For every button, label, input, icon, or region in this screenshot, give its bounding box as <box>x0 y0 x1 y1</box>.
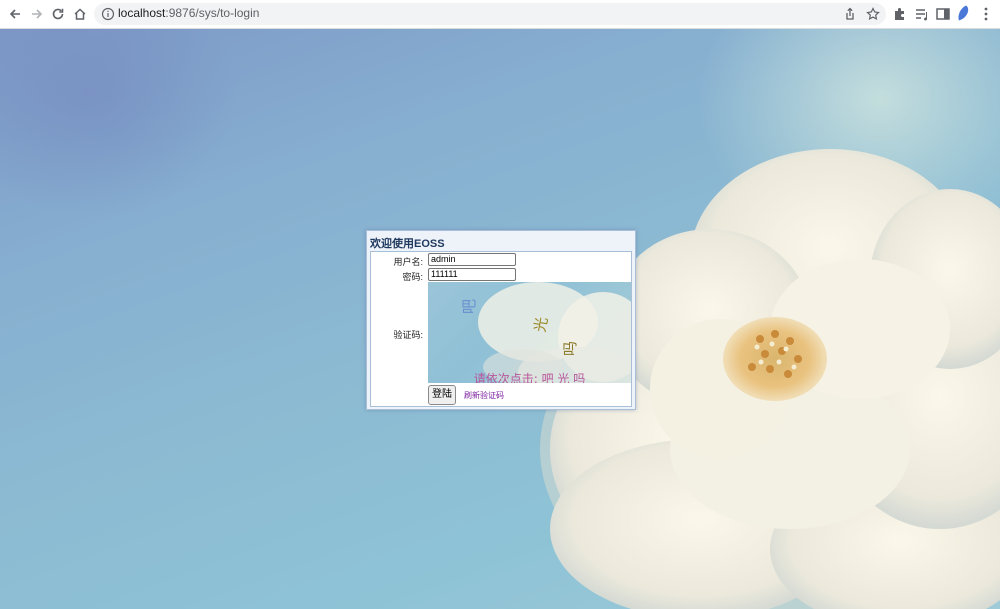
captcha-prompt: 请依次点击: 吧 光 吗 <box>473 372 586 383</box>
refresh-captcha-link[interactable]: 刷新验证码 <box>464 390 504 401</box>
browser-toolbar: localhost:9876/sys/to-login <box>0 0 1000 29</box>
login-panel: 欢迎使用EOSS 用户名: admin 密码: 111111 验证码: 吧 光 … <box>366 230 636 410</box>
login-title: 欢迎使用EOSS <box>370 238 445 250</box>
login-form: 用户名: admin 密码: 111111 验证码: 吧 光 吗 请依次点击: … <box>370 251 632 407</box>
password-input[interactable]: 111111 <box>428 268 516 281</box>
username-label: 用户名: <box>393 257 423 267</box>
extensions-icon[interactable] <box>892 6 908 22</box>
address-bar[interactable]: localhost:9876/sys/to-login <box>94 3 886 25</box>
profile-icon[interactable] <box>956 5 970 21</box>
side-panel-icon[interactable] <box>935 6 951 22</box>
captcha-char-3[interactable]: 吗 <box>559 341 580 356</box>
reload-icon[interactable] <box>48 4 68 24</box>
username-input[interactable]: admin <box>428 253 516 266</box>
url-path: :9876/sys/to-login <box>165 6 260 20</box>
captcha-image[interactable]: 吧 光 吗 请依次点击: 吧 光 吗 <box>428 282 631 383</box>
url-host: localhost <box>118 6 166 20</box>
password-label: 密码: <box>402 272 423 282</box>
url-text[interactable]: localhost:9876/sys/to-login <box>118 6 259 20</box>
captcha-background <box>478 282 631 383</box>
captcha-label: 验证码: <box>393 330 423 340</box>
home-icon[interactable] <box>70 4 90 24</box>
captcha-char-1[interactable]: 吧 <box>458 299 479 314</box>
share-icon[interactable] <box>843 7 857 21</box>
forward-icon[interactable] <box>27 4 47 24</box>
login-button[interactable]: 登陆 <box>428 385 456 405</box>
site-info-icon[interactable] <box>101 7 115 21</box>
back-icon[interactable] <box>5 4 25 24</box>
reading-list-icon[interactable] <box>914 6 930 22</box>
bookmark-star-icon[interactable] <box>866 7 880 21</box>
menu-icon[interactable] <box>978 6 994 22</box>
